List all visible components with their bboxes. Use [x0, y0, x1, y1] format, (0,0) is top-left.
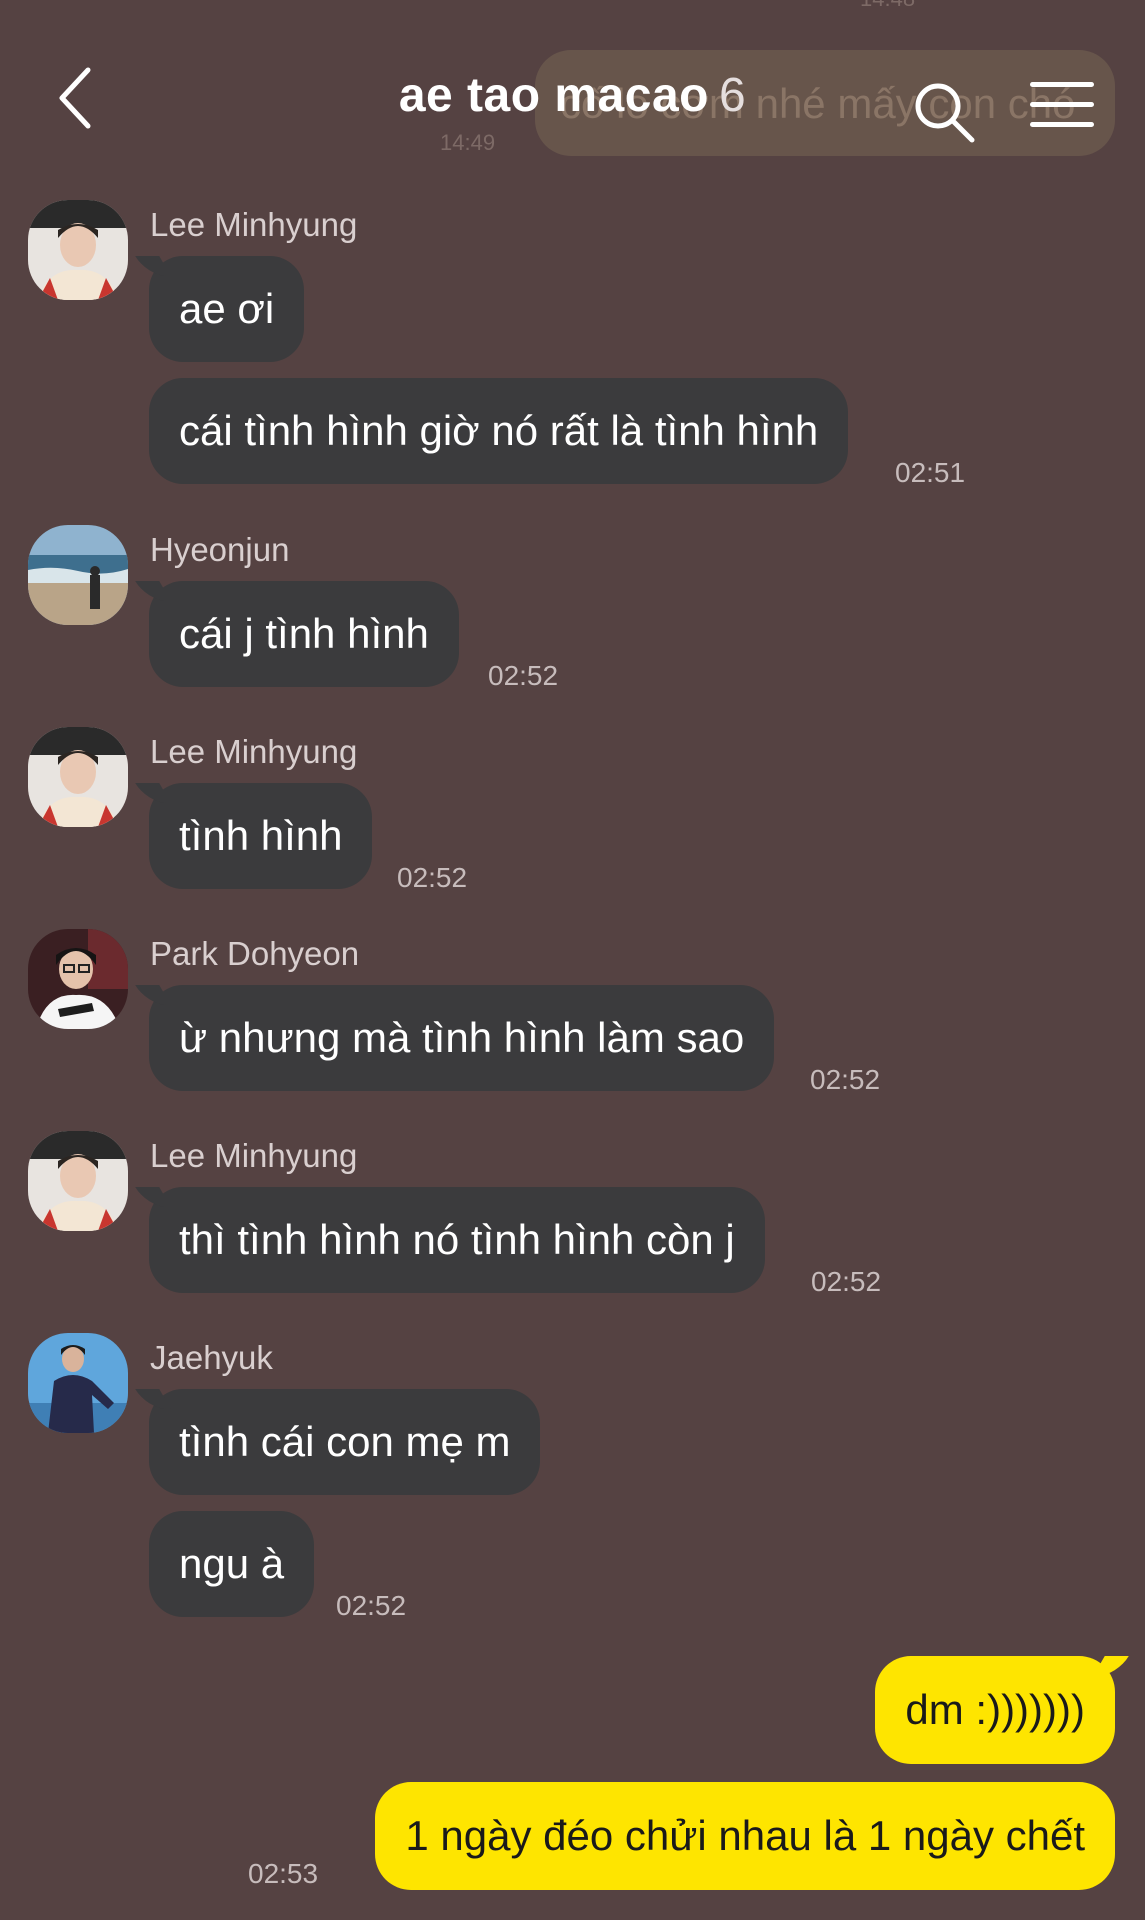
- member-count: 6: [718, 69, 747, 122]
- avatar[interactable]: [28, 1333, 128, 1433]
- menu-button[interactable]: [1030, 82, 1094, 134]
- search-icon: [915, 83, 975, 143]
- avatar[interactable]: [28, 525, 128, 625]
- message-bubble[interactable]: tình cái con mẹ m: [149, 1389, 541, 1495]
- sender-name: Lee Minhyung: [150, 206, 358, 243]
- avatar[interactable]: [28, 929, 128, 1029]
- sender-name: Lee Minhyung: [150, 733, 358, 770]
- message-bubble[interactable]: ngu à: [149, 1511, 315, 1617]
- my-message-bubble[interactable]: 1 ngày đéo chửi nhau là 1 ngày chết: [375, 1782, 1115, 1890]
- message-bubble[interactable]: ừ nhưng mà tình hình làm sao: [149, 985, 775, 1091]
- sender-name: Lee Minhyung: [150, 1137, 358, 1174]
- message-time: 02:52: [336, 1590, 407, 1621]
- sender-name: Jaehyuk: [150, 1339, 273, 1376]
- sender-name: Park Dohyeon: [150, 935, 360, 972]
- message-time: 02:52: [397, 862, 468, 893]
- message-bubble[interactable]: cái j tình hình: [149, 581, 459, 687]
- message-bubble[interactable]: ae ơi: [149, 256, 305, 362]
- chat-header: ae tao macao 6: [0, 0, 1145, 190]
- search-button[interactable]: [910, 78, 980, 148]
- message-bubble[interactable]: cái tình hình giờ nó rất là tình hình: [149, 378, 849, 484]
- message-bubble[interactable]: tình hình: [149, 783, 373, 889]
- chat-room-name: ae tao macao: [398, 69, 709, 122]
- message-time: 02:52: [488, 660, 559, 691]
- menu-icon: [1030, 82, 1094, 87]
- sender-name: Hyeonjun: [150, 531, 290, 568]
- message-bubble[interactable]: thì tình hình nó tình hình còn j: [149, 1187, 765, 1293]
- message-time: 02:53: [248, 1858, 319, 1889]
- avatar[interactable]: [28, 1131, 128, 1231]
- avatar[interactable]: [28, 200, 128, 300]
- my-message-bubble[interactable]: dm :))))))): [875, 1656, 1115, 1764]
- message-time: 02:52: [810, 1064, 881, 1095]
- message-time: 02:51: [895, 457, 966, 488]
- message-time: 02:52: [811, 1266, 882, 1297]
- avatar[interactable]: [28, 727, 128, 827]
